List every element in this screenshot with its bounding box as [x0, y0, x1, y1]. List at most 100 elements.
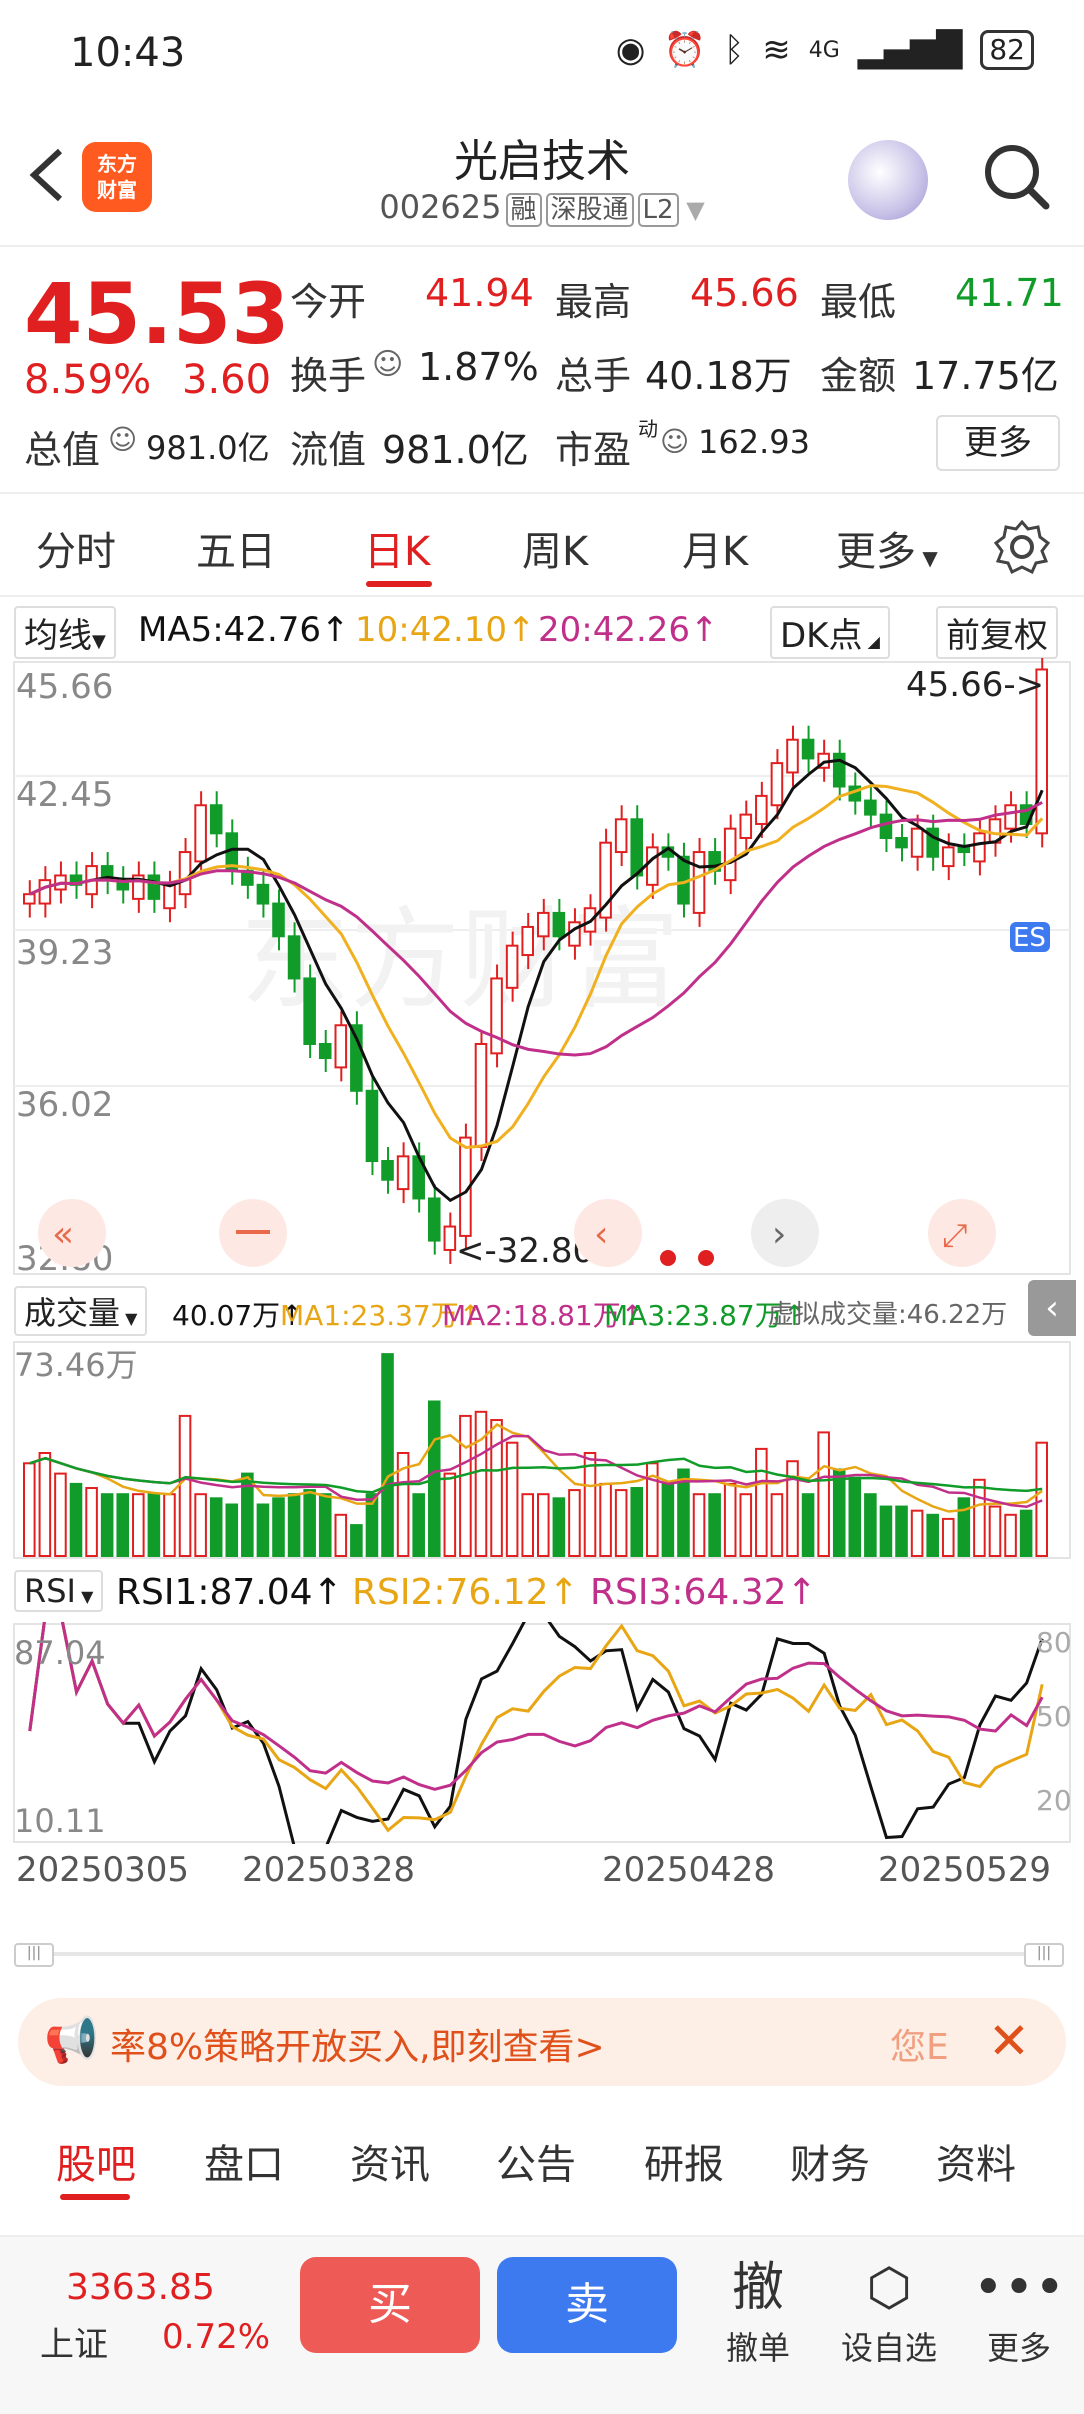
volume-max-label: 73.46万	[14, 1346, 138, 1384]
volume-bar	[225, 1503, 239, 1557]
more-quote-button[interactable]: 更多	[936, 415, 1060, 471]
tab-five-day[interactable]: 五日	[196, 519, 276, 577]
fullscreen-button[interactable]: ⤢	[928, 1199, 996, 1267]
rsi2-value: RSI2:76.12↑	[352, 1572, 579, 1613]
period-tabs: 分时 五日 日K 周K 月K 更多 ▼	[0, 495, 1084, 597]
robot-avatar-icon[interactable]	[848, 140, 928, 220]
alarm-icon: ⏰	[663, 30, 706, 70]
volume-bar	[661, 1482, 675, 1557]
settings-gear-icon[interactable]	[994, 519, 1050, 575]
eye-icon: ◉	[615, 30, 646, 70]
candle	[256, 883, 270, 905]
info-icon[interactable]: ☺	[372, 347, 403, 382]
indicator-select[interactable]: 均线▼	[14, 606, 116, 659]
price-label-3: 39.23	[16, 933, 113, 973]
volume-bar	[614, 1489, 628, 1557]
tab-finance[interactable]: 财务	[790, 2132, 870, 2190]
tab-weekly-k[interactable]: 周K	[522, 519, 588, 577]
chart-scrollbar[interactable]: ||| |||	[14, 1943, 1064, 1967]
zoom-out-button[interactable]	[219, 1199, 287, 1267]
page-dot	[660, 1250, 676, 1266]
candle	[864, 799, 877, 816]
tab-profile[interactable]: 资料	[936, 2132, 1016, 2190]
rsi-chart[interactable]: 87.04 10.11 80 50 20	[0, 1622, 1084, 1844]
low-marker: <-32.80	[456, 1231, 594, 1271]
scroll-left-button[interactable]: ‹	[574, 1199, 642, 1267]
tab-news[interactable]: 资讯	[350, 2132, 430, 2190]
tab-research[interactable]: 研报	[644, 2132, 724, 2190]
volume-bar	[23, 1462, 36, 1557]
hexagon-icon: ⬡	[866, 2258, 912, 2318]
info-icon[interactable]: ☺	[108, 423, 137, 456]
volume-bar	[256, 1503, 270, 1557]
total-cap-label: 总值	[24, 428, 101, 472]
tab-intraday[interactable]: 分时	[36, 519, 116, 577]
pe-dynamic-mark: 动	[638, 417, 658, 441]
candle	[287, 935, 301, 980]
candle	[770, 762, 784, 807]
search-icon[interactable]	[980, 140, 1052, 212]
candle	[381, 1160, 394, 1181]
cancel-order-button[interactable]: 撤 撤单	[703, 2253, 813, 2369]
quote-panel: 45.53 8.59% 3.60 今开 41.94 最高 45.66 最低 41…	[0, 247, 1084, 494]
candle	[957, 846, 971, 854]
promo-banner[interactable]: 📢 率8%策略开放买入,即刻查看> 您E ✕	[18, 1998, 1066, 2086]
volume-bar	[957, 1497, 971, 1558]
volume-bar	[926, 1513, 939, 1558]
open-value: 41.94	[425, 271, 534, 315]
tab-guba[interactable]: 股吧	[56, 2132, 136, 2190]
status-icons: ◉ ⏰ ᛒ ≋ 4G ▂▄▆█ 82	[616, 30, 1034, 70]
candle	[879, 813, 893, 840]
candle	[38, 879, 52, 905]
caret-down-icon: ▼	[678, 196, 705, 224]
amount-value: 17.75亿	[912, 354, 1059, 398]
candle	[272, 902, 285, 938]
date-axis: 20250305 20250328 20250428 20250529	[0, 1846, 1084, 1896]
scroll-handle-left[interactable]: |||	[14, 1943, 54, 1967]
banner-text: 率8%策略开放买入,即刻查看>	[110, 2027, 605, 2068]
price-label-4: 36.02	[16, 1085, 113, 1125]
more-button[interactable]: ••• 更多	[964, 2253, 1074, 2369]
scroll-handle-right[interactable]: |||	[1024, 1943, 1064, 1967]
status-bar: 10:43 ◉ ⏰ ᛒ ≋ 4G ▂▄▆█ 82	[0, 0, 1084, 110]
candle	[1004, 804, 1017, 830]
active-tab-indicator	[366, 581, 432, 587]
add-watchlist-button[interactable]: ⬡ 设自选	[834, 2253, 944, 2369]
candle	[552, 911, 566, 938]
tab-monthly-k[interactable]: 月K	[682, 519, 748, 577]
rsi-legend-row: RSI ▼ RSI1:87.04↑ RSI2:76.12↑ RSI3:64.32…	[0, 1562, 1084, 1622]
volume-chart[interactable]: 73.46万	[0, 1340, 1084, 1560]
buy-button[interactable]: 买	[300, 2257, 480, 2353]
sell-button[interactable]: 卖	[497, 2257, 677, 2353]
kline-chart[interactable]: 东方财富 45.66 42.45 39.23 36.02 32.80 45.66…	[0, 658, 1084, 1278]
tab-daily-k[interactable]: 日K	[364, 519, 430, 577]
adjust-select[interactable]: 前复权	[936, 606, 1058, 659]
candle	[692, 851, 706, 914]
page-dot	[698, 1250, 714, 1266]
bluetooth-icon: ᛒ	[723, 30, 745, 70]
index-ticker[interactable]: 3363.85 上证 0.72%	[0, 2237, 280, 2414]
tab-pankou[interactable]: 盘口	[204, 2132, 284, 2190]
current-price: 45.53	[24, 265, 290, 363]
candle	[194, 804, 207, 863]
candle	[646, 846, 659, 886]
collapse-panel-icon[interactable]: ‹	[1028, 1280, 1076, 1336]
rsi-level-50: 50	[1036, 1700, 1072, 1733]
rsi-select[interactable]: RSI ▼	[14, 1570, 104, 1612]
volume-bar	[194, 1493, 207, 1557]
dk-point-select[interactable]: DK点 ◢	[770, 606, 890, 659]
volume-select[interactable]: 成交量 ▼	[14, 1286, 148, 1336]
total-cap-value: 981.0亿	[146, 429, 270, 467]
scroll-right-button[interactable]: ›	[751, 1199, 819, 1267]
network-label: 4G	[808, 37, 840, 63]
close-icon[interactable]: ✕	[988, 2012, 1030, 2070]
rsi-level-80: 80	[1036, 1626, 1072, 1659]
volume-bar	[163, 1493, 176, 1557]
float-cap-value: 981.0亿	[382, 428, 529, 472]
signal-icon: ▂▄▆█	[857, 30, 963, 70]
scroll-left-fast-button[interactable]: «	[38, 1199, 106, 1267]
tab-announcements[interactable]: 公告	[496, 2132, 576, 2190]
tab-more[interactable]: 更多 ▼	[836, 519, 938, 577]
svg-text:›: ›	[772, 1214, 786, 1255]
info-icon[interactable]: ☺	[660, 425, 689, 458]
